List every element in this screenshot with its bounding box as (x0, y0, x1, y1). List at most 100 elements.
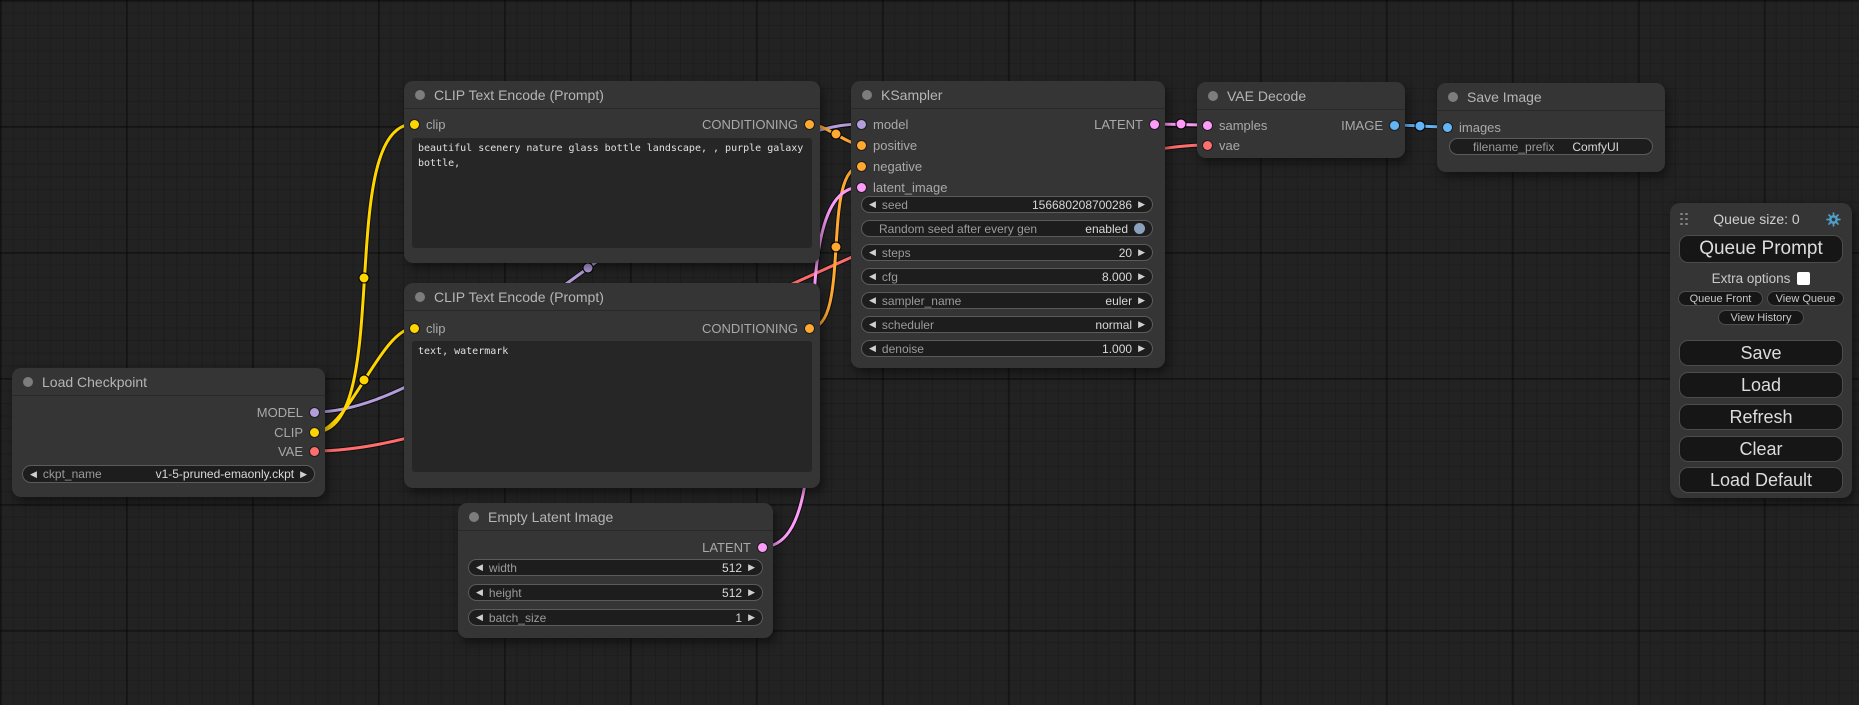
output-slot-model[interactable]: MODEL (257, 403, 319, 421)
decrement-arrow-icon[interactable]: ◀ (869, 296, 876, 305)
refresh-button[interactable]: Refresh (1679, 404, 1843, 430)
clip-port-icon[interactable] (410, 324, 419, 333)
drag-handle-icon[interactable] (1680, 213, 1688, 226)
latent-port-icon[interactable] (758, 543, 767, 552)
save-button[interactable]: Save (1679, 340, 1843, 366)
cfg-widget[interactable]: ◀ cfg 8.000 ▶ (861, 268, 1153, 285)
input-slot-model[interactable]: model (857, 115, 908, 133)
ckpt-name-widget[interactable]: ◀ ckpt_name v1-5-pruned-emaonly.ckpt ▶ (22, 465, 315, 483)
increment-arrow-icon[interactable]: ▶ (1138, 248, 1145, 257)
decrement-arrow-icon[interactable]: ◀ (869, 320, 876, 329)
filename-prefix-widget[interactable]: filename_prefix ComfyUI (1449, 138, 1653, 155)
conditioning-port-icon[interactable] (805, 120, 814, 129)
increment-arrow-icon[interactable]: ▶ (1138, 344, 1145, 353)
input-slot-latent-image[interactable]: latent_image (857, 178, 947, 196)
random-seed-toggle-widget[interactable]: Random seed after every gen enabled (861, 220, 1153, 237)
increment-arrow-icon[interactable]: ▶ (1138, 296, 1145, 305)
model-port-icon[interactable] (310, 408, 319, 417)
input-slot-positive[interactable]: positive (857, 136, 917, 154)
height-widget[interactable]: ◀ height 512 ▶ (468, 584, 763, 601)
toggle-enabled-icon[interactable] (1134, 223, 1145, 234)
width-widget[interactable]: ◀ width 512 ▶ (468, 559, 763, 576)
clip-port-icon[interactable] (310, 428, 319, 437)
node-title-bar[interactable]: Save Image (1437, 83, 1665, 111)
output-slot-conditioning[interactable]: CONDITIONING (702, 115, 814, 133)
decrement-arrow-icon[interactable]: ◀ (869, 272, 876, 281)
conditioning-port-icon[interactable] (857, 162, 866, 171)
node-title-bar[interactable]: CLIP Text Encode (Prompt) (404, 81, 820, 109)
extra-options-checkbox[interactable] (1797, 272, 1810, 285)
comfyui-canvas[interactable]: { "colors": { "model": "#B39DDB", "clip"… (0, 0, 1859, 705)
collapse-dot-icon[interactable] (469, 512, 479, 522)
clear-button[interactable]: Clear (1679, 436, 1843, 462)
collapse-dot-icon[interactable] (862, 90, 872, 100)
increment-arrow-icon[interactable]: ▶ (748, 613, 755, 622)
view-queue-button[interactable]: View Queue (1767, 291, 1844, 306)
latent-port-icon[interactable] (857, 183, 866, 192)
steps-widget[interactable]: ◀ steps 20 ▶ (861, 244, 1153, 261)
model-port-icon[interactable] (857, 120, 866, 129)
denoise-widget[interactable]: ◀ denoise 1.000 ▶ (861, 340, 1153, 357)
decrement-arrow-icon[interactable]: ◀ (476, 613, 483, 622)
output-slot-latent[interactable]: LATENT (702, 538, 767, 556)
scheduler-widget[interactable]: ◀ scheduler normal ▶ (861, 316, 1153, 333)
conditioning-port-icon[interactable] (857, 141, 866, 150)
settings-gear-icon[interactable] (1825, 211, 1842, 228)
view-history-button[interactable]: View History (1718, 310, 1804, 325)
vae-port-icon[interactable] (310, 447, 319, 456)
decrement-arrow-icon[interactable]: ◀ (476, 563, 483, 572)
node-title-bar[interactable]: Empty Latent Image (458, 503, 773, 531)
decrement-arrow-icon[interactable]: ◀ (869, 248, 876, 257)
latent-port-icon[interactable] (1150, 120, 1159, 129)
decrement-arrow-icon[interactable]: ◀ (869, 200, 876, 209)
node-title-bar[interactable]: Load Checkpoint (12, 368, 325, 396)
slot-label: IMAGE (1341, 118, 1383, 133)
increment-arrow-icon[interactable]: ▶ (748, 563, 755, 572)
output-slot-latent[interactable]: LATENT (1094, 115, 1159, 133)
image-port-icon[interactable] (1443, 123, 1452, 132)
decrement-arrow-icon[interactable]: ◀ (869, 344, 876, 353)
positive-prompt-textarea[interactable]: beautiful scenery nature glass bottle la… (412, 138, 812, 248)
slot-label: negative (873, 159, 922, 174)
input-slot-negative[interactable]: negative (857, 157, 922, 175)
input-slot-images[interactable]: images (1443, 118, 1501, 136)
slot-label: VAE (278, 444, 303, 459)
batch-size-widget[interactable]: ◀ batch_size 1 ▶ (468, 609, 763, 626)
vae-port-icon[interactable] (1203, 141, 1212, 150)
slot-label: images (1459, 120, 1501, 135)
collapse-dot-icon[interactable] (1208, 91, 1218, 101)
load-default-button[interactable]: Load Default (1679, 467, 1843, 493)
load-button[interactable]: Load (1679, 372, 1843, 398)
increment-arrow-icon[interactable]: ▶ (748, 588, 755, 597)
sampler-name-widget[interactable]: ◀ sampler_name euler ▶ (861, 292, 1153, 309)
input-slot-samples[interactable]: samples (1203, 116, 1267, 134)
output-slot-conditioning[interactable]: CONDITIONING (702, 319, 814, 337)
input-slot-clip[interactable]: clip (410, 319, 446, 337)
node-title-bar[interactable]: VAE Decode (1197, 82, 1405, 110)
increment-arrow-icon[interactable]: ▶ (1138, 200, 1145, 209)
queue-prompt-button[interactable]: Queue Prompt (1679, 235, 1843, 263)
increment-arrow-icon[interactable]: ▶ (1138, 320, 1145, 329)
seed-widget[interactable]: ◀ seed 156680208700286 ▶ (861, 196, 1153, 213)
queue-front-button[interactable]: Queue Front (1678, 291, 1763, 306)
decrement-arrow-icon[interactable]: ◀ (30, 470, 37, 479)
decrement-arrow-icon[interactable]: ◀ (476, 588, 483, 597)
latent-port-icon[interactable] (1203, 121, 1212, 130)
image-port-icon[interactable] (1390, 121, 1399, 130)
increment-arrow-icon[interactable]: ▶ (1138, 272, 1145, 281)
collapse-dot-icon[interactable] (23, 377, 33, 387)
output-slot-image[interactable]: IMAGE (1341, 116, 1399, 134)
output-slot-vae[interactable]: VAE (278, 442, 319, 460)
node-title-bar[interactable]: CLIP Text Encode (Prompt) (404, 283, 820, 311)
increment-arrow-icon[interactable]: ▶ (300, 470, 307, 479)
conditioning-port-icon[interactable] (805, 324, 814, 333)
collapse-dot-icon[interactable] (415, 90, 425, 100)
node-title-bar[interactable]: KSampler (851, 81, 1165, 109)
output-slot-clip[interactable]: CLIP (274, 423, 319, 441)
input-slot-vae[interactable]: vae (1203, 136, 1240, 154)
clip-port-icon[interactable] (410, 120, 419, 129)
input-slot-clip[interactable]: clip (410, 115, 446, 133)
collapse-dot-icon[interactable] (415, 292, 425, 302)
negative-prompt-textarea[interactable]: text, watermark (412, 341, 812, 472)
collapse-dot-icon[interactable] (1448, 92, 1458, 102)
